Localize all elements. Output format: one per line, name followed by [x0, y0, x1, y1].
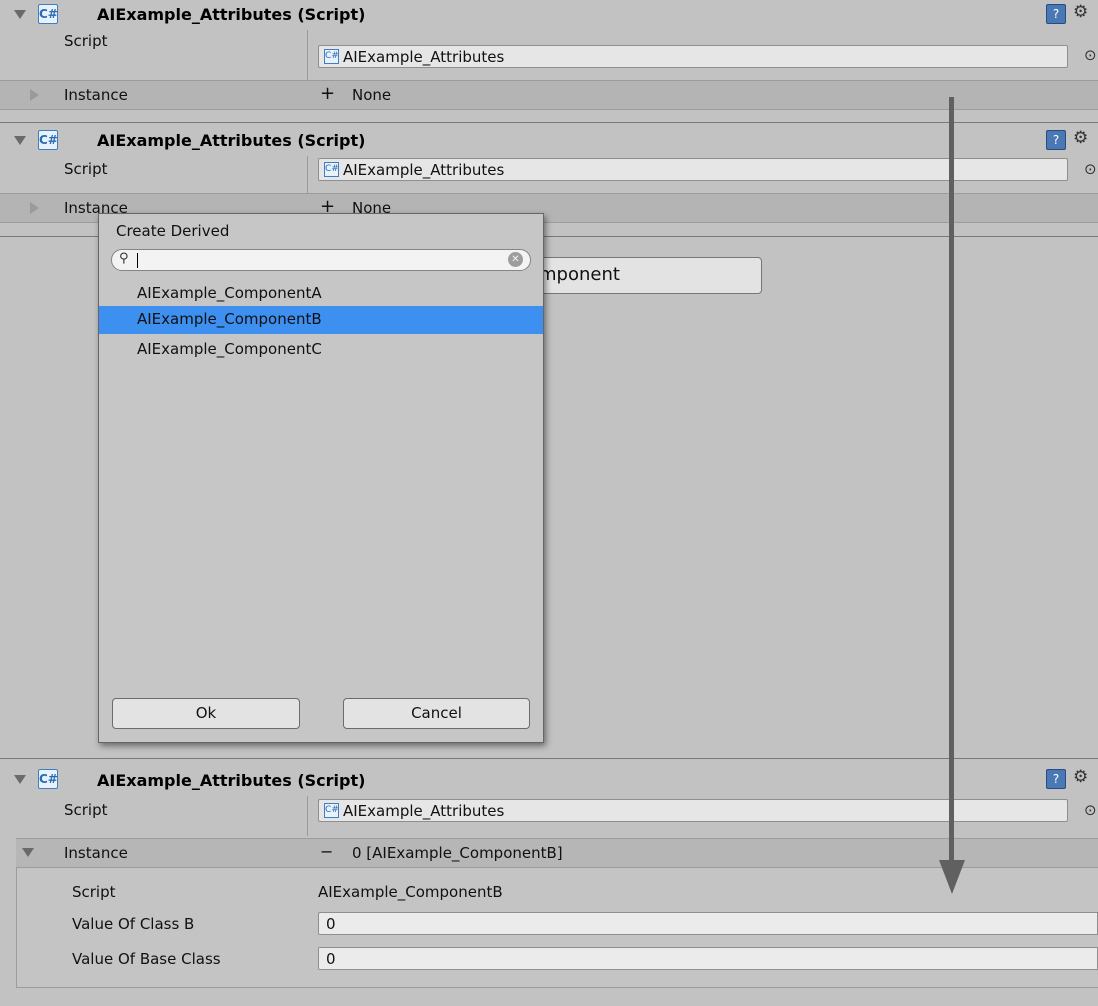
list-item-label: AIExample_ComponentB — [137, 310, 322, 328]
component-title: AIExample_Attributes (Script) — [97, 5, 366, 24]
csharp-script-icon: C# — [38, 130, 58, 150]
add-component-button[interactable]: mponent — [508, 257, 762, 294]
search-icon: ⚲ — [119, 251, 129, 266]
annotation-arrow-shaft — [949, 97, 954, 877]
foldout-expanded-icon[interactable] — [22, 848, 34, 857]
gear-icon[interactable]: ⚙ — [1073, 128, 1088, 148]
script-label: Script — [64, 801, 108, 819]
component-header-3[interactable]: C# AIExample_Attributes (Script) ? ⚙ — [0, 765, 1098, 795]
instance-label: Instance — [64, 86, 128, 104]
foldout-expanded-icon[interactable] — [14, 775, 26, 784]
script-object-field[interactable]: C# AIExample_Attributes — [318, 158, 1068, 181]
foldout-expanded-icon[interactable] — [14, 136, 26, 145]
instance-row-1[interactable]: Instance + None — [0, 80, 1098, 110]
component-header-1[interactable]: C# AIExample_Attributes (Script) ? ⚙ — [0, 0, 1098, 30]
script-object-value: AIExample_Attributes — [343, 802, 505, 820]
clear-search-icon[interactable]: ✕ — [508, 252, 523, 267]
value-of-base-class-value: 0 — [326, 950, 336, 968]
value-of-base-class-label: Value Of Base Class — [72, 950, 221, 968]
object-picker-icon[interactable]: ⊙ — [1084, 46, 1097, 64]
list-item[interactable]: AIExample_ComponentC — [99, 336, 543, 364]
popup-title: Create Derived — [116, 222, 230, 240]
value-of-class-b-field[interactable]: 0 — [318, 912, 1098, 935]
instance-value: None — [352, 86, 392, 104]
value-of-class-b-value: 0 — [326, 915, 336, 933]
nested-script-value: AIExample_ComponentB — [318, 883, 503, 901]
component-separator — [0, 122, 1098, 123]
help-icon[interactable]: ? — [1046, 4, 1066, 24]
script-file-icon: C# — [324, 803, 339, 818]
component-header-2[interactable]: C# AIExample_Attributes (Script) ? ⚙ — [0, 126, 1098, 156]
value-of-base-class-field[interactable]: 0 — [318, 947, 1098, 970]
search-input[interactable]: ⚲ ✕ — [111, 249, 531, 271]
gear-icon[interactable]: ⚙ — [1073, 2, 1088, 22]
object-picker-icon[interactable]: ⊙ — [1084, 801, 1097, 819]
instance-value: 0 [AIExample_ComponentB] — [352, 844, 563, 862]
cancel-button[interactable]: Cancel — [343, 698, 530, 729]
annotation-arrow-head — [939, 860, 965, 894]
remove-instance-icon[interactable]: − — [320, 842, 333, 861]
script-file-icon: C# — [324, 49, 339, 64]
help-icon[interactable]: ? — [1046, 130, 1066, 150]
list-item-label: AIExample_ComponentA — [137, 284, 322, 302]
instance-row-3[interactable]: Instance − 0 [AIExample_ComponentB] — [16, 838, 1098, 868]
script-object-field[interactable]: C# AIExample_Attributes — [318, 799, 1068, 822]
script-object-value: AIExample_Attributes — [343, 161, 505, 179]
component-title: AIExample_Attributes (Script) — [97, 131, 366, 150]
foldout-collapsed-icon[interactable] — [30, 89, 39, 101]
gear-icon[interactable]: ⚙ — [1073, 767, 1088, 787]
column-divider — [307, 796, 308, 836]
instance-label: Instance — [64, 844, 128, 862]
help-icon[interactable]: ? — [1046, 769, 1066, 789]
list-item[interactable]: AIExample_ComponentA — [99, 280, 543, 308]
script-label: Script — [64, 160, 108, 178]
list-item-selected[interactable]: AIExample_ComponentB — [99, 306, 543, 334]
text-caret — [137, 253, 138, 268]
foldout-collapsed-icon[interactable] — [30, 202, 39, 214]
csharp-script-icon: C# — [38, 4, 58, 24]
script-object-field[interactable]: C# AIExample_Attributes — [318, 45, 1068, 68]
list-item-label: AIExample_ComponentC — [137, 340, 322, 358]
csharp-script-icon: C# — [38, 769, 58, 789]
script-file-icon: C# — [324, 162, 339, 177]
component-title: AIExample_Attributes (Script) — [97, 771, 366, 790]
foldout-expanded-icon[interactable] — [14, 10, 26, 19]
add-instance-icon[interactable]: + — [320, 83, 335, 104]
script-object-value: AIExample_Attributes — [343, 48, 505, 66]
script-label: Script — [64, 32, 108, 50]
create-derived-popup: Create Derived ⚲ ✕ AIExample_ComponentA … — [98, 213, 544, 743]
value-of-class-b-label: Value Of Class B — [72, 915, 195, 933]
component-separator — [0, 758, 1098, 759]
add-component-label: mponent — [539, 264, 620, 285]
nested-script-label: Script — [72, 883, 116, 901]
object-picker-icon[interactable]: ⊙ — [1084, 160, 1097, 178]
ok-button[interactable]: Ok — [112, 698, 300, 729]
